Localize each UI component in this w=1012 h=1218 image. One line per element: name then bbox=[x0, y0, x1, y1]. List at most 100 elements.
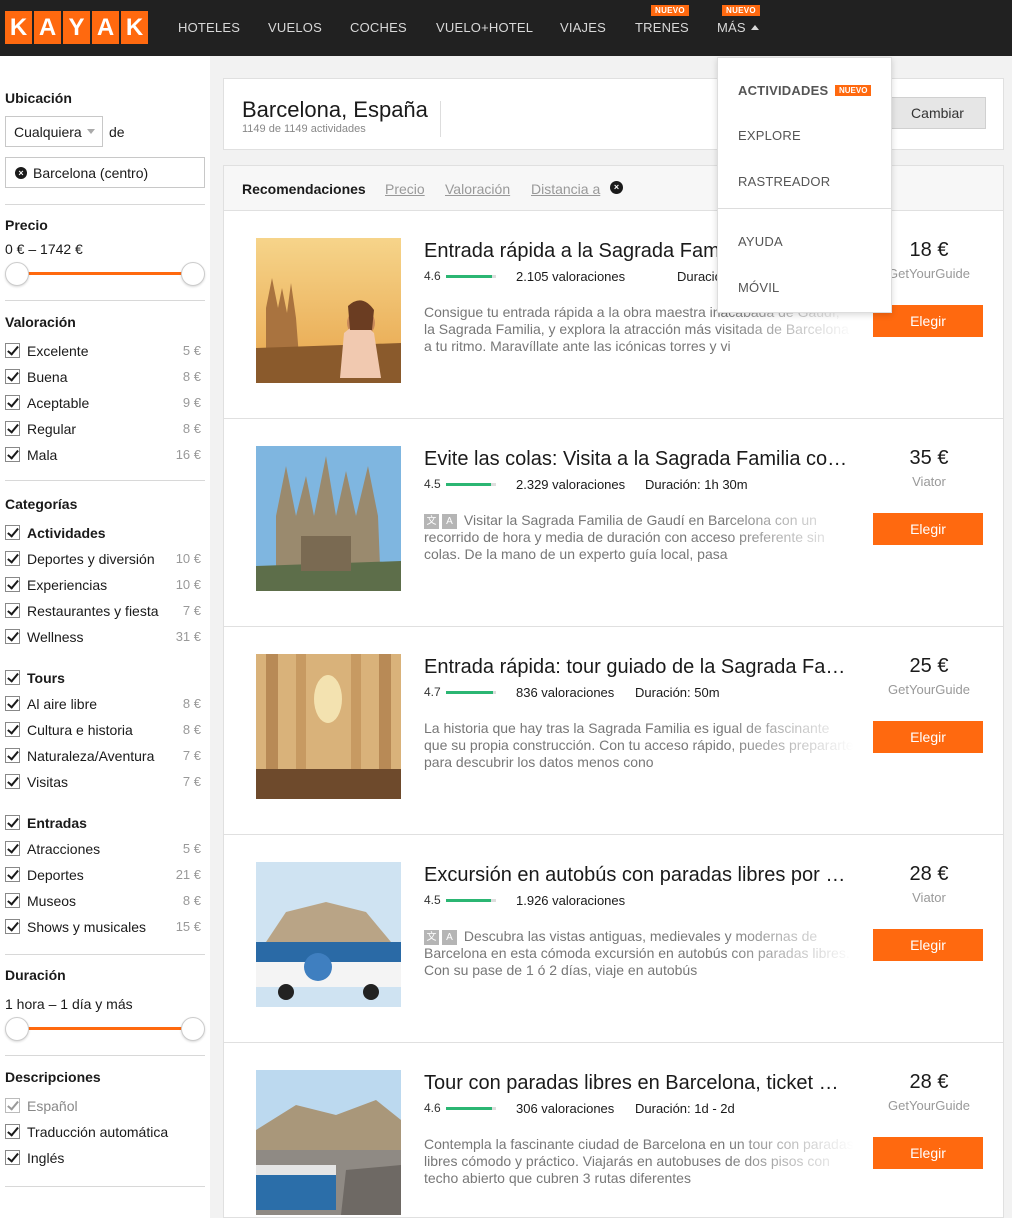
result-card[interactable]: Entrada rápida: tour guiado de la Sagrad… bbox=[224, 627, 1003, 835]
category-actividades[interactable]: Actividades bbox=[5, 523, 201, 543]
activity-photo[interactable] bbox=[256, 862, 401, 1007]
filter-price: 15 € bbox=[175, 919, 201, 934]
select-button[interactable]: Elegir bbox=[873, 513, 983, 545]
activity-photo[interactable] bbox=[256, 1070, 401, 1215]
checkbox[interactable] bbox=[5, 421, 20, 436]
kayak-logo[interactable]: K A Y A K bbox=[5, 11, 148, 44]
reviews-count: 306 valoraciones bbox=[516, 1101, 615, 1116]
checkbox[interactable] bbox=[5, 369, 20, 384]
sort-recommended[interactable]: Recomendaciones bbox=[242, 181, 366, 197]
price-slider[interactable] bbox=[5, 262, 205, 286]
price: 25 € bbox=[909, 655, 949, 677]
rating-filter-buena[interactable]: Buena 8 € bbox=[5, 367, 201, 387]
checkbox[interactable] bbox=[5, 1150, 20, 1165]
checkbox[interactable] bbox=[5, 722, 20, 737]
category-experiencias[interactable]: Experiencias 10 € bbox=[5, 575, 201, 595]
rating-filter-excelente[interactable]: Excelente 5 € bbox=[5, 341, 201, 361]
activity-photo[interactable] bbox=[256, 238, 401, 383]
checkbox[interactable] bbox=[5, 841, 20, 856]
rating-filter-aceptable[interactable]: Aceptable 9 € bbox=[5, 393, 201, 413]
result-card[interactable]: Tour con paradas libres en Barcelona, ti… bbox=[224, 1043, 1003, 1218]
slider-min-handle[interactable] bbox=[5, 1017, 29, 1041]
duration-slider[interactable] bbox=[5, 1017, 205, 1041]
result-card[interactable]: Excursión en autobús con paradas libres … bbox=[224, 835, 1003, 1043]
menu-item-actividades[interactable]: ACTIVIDADES bbox=[738, 83, 828, 98]
category-deportes-diversion[interactable]: Deportes y diversión 10 € bbox=[5, 549, 201, 569]
nav-coches[interactable]: COCHES bbox=[350, 20, 407, 35]
nav-vuelos[interactable]: VUELOS bbox=[268, 20, 322, 35]
checkbox[interactable] bbox=[5, 774, 20, 789]
desc-filter-traduccion[interactable]: Traducción automática bbox=[5, 1122, 201, 1142]
checkbox[interactable] bbox=[5, 447, 20, 462]
nav-trenes[interactable]: TRENES bbox=[635, 20, 689, 35]
category-restaurantes[interactable]: Restaurantes y fiesta 7 € bbox=[5, 601, 201, 621]
menu-item-explore[interactable]: EXPLORE bbox=[738, 128, 801, 143]
activity-photo[interactable] bbox=[256, 446, 401, 591]
checkbox[interactable] bbox=[5, 748, 20, 763]
category-wellness[interactable]: Wellness 31 € bbox=[5, 627, 201, 647]
rating-filter-mala[interactable]: Mala 16 € bbox=[5, 445, 201, 465]
filter-label: Wellness bbox=[27, 629, 84, 645]
checkbox[interactable] bbox=[5, 867, 20, 882]
slider-max-handle[interactable] bbox=[181, 262, 205, 286]
caret-up-icon bbox=[750, 25, 759, 30]
remove-icon[interactable]: × bbox=[15, 167, 27, 179]
activity-title[interactable]: Evite las colas: Visita a la Sagrada Fam… bbox=[424, 448, 849, 471]
slider-min-handle[interactable] bbox=[5, 262, 29, 286]
checkbox[interactable] bbox=[5, 395, 20, 410]
filter-label: Atracciones bbox=[27, 841, 101, 857]
categories-title: Categorías bbox=[5, 496, 78, 512]
activity-title[interactable]: Entrada rápida: tour guiado de la Sagrad… bbox=[424, 656, 849, 679]
sort-price[interactable]: Precio bbox=[385, 181, 425, 197]
checkbox[interactable] bbox=[5, 603, 20, 618]
location-chip[interactable]: × Barcelona (centro) bbox=[5, 157, 205, 188]
select-button[interactable]: Elegir bbox=[873, 1137, 983, 1169]
select-button[interactable]: Elegir bbox=[873, 721, 983, 753]
checkbox[interactable] bbox=[5, 629, 20, 644]
slider-max-handle[interactable] bbox=[181, 1017, 205, 1041]
select-button[interactable]: Elegir bbox=[873, 929, 983, 961]
category-aire-libre[interactable]: Al aire libre 8 € bbox=[5, 694, 201, 714]
checkbox[interactable] bbox=[5, 696, 20, 711]
checkbox[interactable] bbox=[5, 551, 20, 566]
checkbox[interactable] bbox=[5, 1124, 20, 1139]
divider bbox=[718, 208, 891, 209]
desc-filter-ingles[interactable]: Inglés bbox=[5, 1148, 201, 1168]
nav-viajes[interactable]: VIAJES bbox=[560, 20, 606, 35]
rating-score: 4.5 bbox=[424, 893, 441, 907]
change-destination-button[interactable]: Cambiar bbox=[889, 97, 986, 129]
rating-filter-regular[interactable]: Regular 8 € bbox=[5, 419, 201, 439]
checkbox[interactable] bbox=[5, 919, 20, 934]
nav-vuelo-hotel[interactable]: VUELO+HOTEL bbox=[436, 20, 533, 35]
checkbox[interactable] bbox=[5, 525, 20, 540]
checkbox[interactable] bbox=[5, 815, 20, 830]
category-entradas[interactable]: Entradas bbox=[5, 813, 201, 833]
nav-hoteles[interactable]: HOTELES bbox=[178, 20, 240, 35]
checkbox[interactable] bbox=[5, 577, 20, 592]
category-visitas[interactable]: Visitas 7 € bbox=[5, 772, 201, 792]
sort-rating[interactable]: Valoración bbox=[445, 181, 510, 197]
checkbox[interactable] bbox=[5, 670, 20, 685]
category-tours[interactable]: Tours bbox=[5, 668, 201, 688]
filter-price: 8 € bbox=[182, 696, 201, 711]
activity-title[interactable]: Tour con paradas libres en Barcelona, ti… bbox=[424, 1072, 849, 1095]
category-deportes[interactable]: Deportes 21 € bbox=[5, 865, 201, 885]
sort-distance[interactable]: Distancia a bbox=[531, 181, 600, 197]
duration-label: Duración: 50m bbox=[635, 685, 720, 700]
category-cultura-historia[interactable]: Cultura e historia 8 € bbox=[5, 720, 201, 740]
activity-title[interactable]: Excursión en autobús con paradas libres … bbox=[424, 864, 849, 887]
category-museos[interactable]: Museos 8 € bbox=[5, 891, 201, 911]
checkbox[interactable] bbox=[5, 893, 20, 908]
category-naturaleza[interactable]: Naturaleza/Aventura 7 € bbox=[5, 746, 201, 766]
activity-photo[interactable] bbox=[256, 654, 401, 799]
nav-mas[interactable]: MÁS bbox=[717, 20, 759, 35]
clear-distance-icon[interactable]: × bbox=[610, 181, 623, 194]
result-card[interactable]: Evite las colas: Visita a la Sagrada Fam… bbox=[224, 419, 1003, 627]
menu-item-ayuda[interactable]: AYUDA bbox=[738, 234, 783, 249]
menu-item-rastreador[interactable]: RASTREADOR bbox=[738, 174, 830, 189]
location-type-select[interactable]: Cualquiera bbox=[5, 116, 103, 147]
category-shows[interactable]: Shows y musicales 15 € bbox=[5, 917, 201, 937]
menu-item-movil[interactable]: MÓVIL bbox=[738, 280, 779, 295]
checkbox[interactable] bbox=[5, 343, 20, 358]
category-atracciones[interactable]: Atracciones 5 € bbox=[5, 839, 201, 859]
